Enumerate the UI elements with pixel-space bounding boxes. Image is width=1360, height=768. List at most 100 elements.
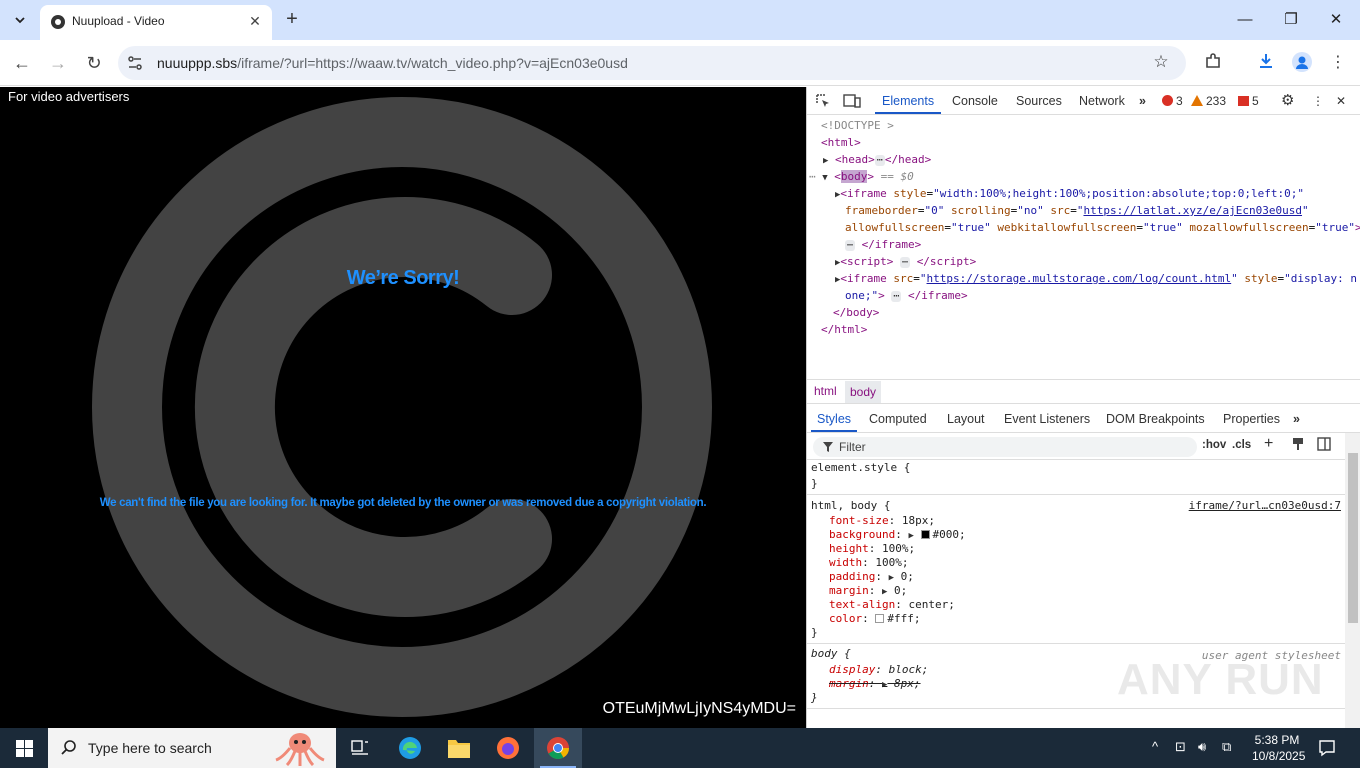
tab-styles[interactable]: Styles — [817, 412, 851, 426]
camera-icon[interactable]: ⊡ — [1175, 739, 1186, 755]
firefox-taskbar-button[interactable] — [484, 728, 532, 768]
tab-console[interactable]: Console — [952, 94, 998, 108]
expand-arrow-icon[interactable]: ▶ — [823, 156, 828, 166]
browser-toolbar: ← → ↻ nuuuppp.sbs/iframe/?url=https://wa… — [0, 40, 1360, 86]
color-swatch[interactable] — [920, 530, 930, 539]
rule1-prop-font-size[interactable]: font-size: 18px; — [829, 514, 935, 528]
system-clock[interactable]: 5:38 PM 10/8/2025 — [1252, 732, 1305, 764]
breadcrumb-body[interactable]: body — [845, 381, 882, 403]
tab-search-button[interactable] — [7, 7, 33, 33]
tab-properties[interactable]: Properties — [1223, 412, 1280, 426]
dom-body-close[interactable]: </body> — [833, 304, 879, 321]
error-count[interactable]: 3 — [1162, 94, 1183, 108]
expand-arrow-icon[interactable]: ▶ — [882, 587, 887, 597]
chrome-taskbar-button[interactable] — [534, 728, 582, 768]
site-info-icon[interactable] — [126, 54, 144, 72]
expand-arrow-icon[interactable]: ▶ — [882, 680, 887, 690]
tab-sources[interactable]: Sources — [1016, 94, 1062, 108]
settings-gear-icon[interactable]: ⚙ — [1281, 91, 1294, 109]
rule1-prop-margin[interactable]: margin: ▶ 0; — [829, 584, 907, 599]
tab-layout[interactable]: Layout — [947, 412, 985, 426]
file-explorer-taskbar-button[interactable] — [435, 728, 483, 768]
toggle-sidebar-icon[interactable] — [1317, 437, 1331, 454]
ellipsis-icon[interactable]: ⋯ — [845, 240, 856, 251]
reload-icon[interactable]: ↻ — [82, 51, 106, 75]
devtools-menu-icon[interactable]: ⋮ — [1312, 94, 1324, 108]
tab-computed[interactable]: Computed — [869, 412, 927, 426]
expand-arrow-icon[interactable]: ▶ — [908, 531, 913, 541]
back-arrow-icon[interactable]: ← — [10, 51, 34, 75]
advertisers-link[interactable]: For video advertisers — [8, 89, 129, 104]
new-tab-button[interactable]: + — [281, 8, 303, 30]
browser-tab[interactable]: Nuupload - Video ✕ — [40, 5, 272, 40]
device-toolbar-icon[interactable] — [843, 93, 861, 109]
rule2-prop-margin[interactable]: margin: ▶ 8px; — [829, 677, 921, 692]
rule1-selector[interactable]: html, body { — [811, 499, 890, 513]
tab-event-listeners[interactable]: Event Listeners — [1004, 412, 1090, 426]
kebab-menu-icon[interactable]: ⋮ — [1327, 52, 1349, 74]
collapse-arrow-icon[interactable]: ▼ — [822, 173, 827, 183]
bookmark-star-icon[interactable]: ☆ — [1150, 52, 1172, 74]
cls-toggle[interactable]: .cls — [1232, 439, 1251, 451]
download-icon[interactable] — [1255, 52, 1277, 74]
dom-doctype[interactable]: <!DOCTYPE > — [821, 117, 894, 134]
volume-icon[interactable]: 🔊︎ — [1198, 739, 1206, 755]
taskbar-search-box[interactable]: Type here to search — [48, 728, 336, 768]
scrollbar-thumb[interactable] — [1348, 453, 1358, 623]
expand-arrow-icon[interactable]: ▶ — [889, 573, 894, 583]
new-rule-plus-icon[interactable]: + — [1264, 435, 1273, 453]
dom-html-open[interactable]: <html> — [821, 134, 861, 151]
paint-brush-icon[interactable] — [1291, 437, 1305, 454]
rule1-prop-text-align[interactable]: text-align: center; — [829, 598, 955, 612]
iframe2-src-link[interactable]: https://storage.multstorage.com/log/coun… — [927, 272, 1232, 285]
profile-avatar-icon[interactable] — [1291, 52, 1313, 74]
taskbar: Type here to search ^ ⊡ 🔊︎ ⧉ 5:38 PM 10/… — [0, 728, 1360, 768]
tab-dom-breakpoints[interactable]: DOM Breakpoints — [1106, 412, 1205, 426]
maximize-icon[interactable]: ❐ — [1279, 8, 1303, 32]
rule1-prop-color[interactable]: color: #fff; — [829, 612, 921, 626]
rule2-selector[interactable]: body { — [811, 647, 851, 661]
rule1-prop-height[interactable]: height: 100%; — [829, 542, 915, 556]
close-tab-icon[interactable]: ✕ — [246, 12, 264, 30]
ellipsis-icon[interactable]: ⋯ — [874, 155, 885, 166]
tab-network[interactable]: Network — [1079, 94, 1125, 108]
rule1-prop-padding[interactable]: padding: ▶ 0; — [829, 570, 914, 585]
network-icon[interactable]: ⧉ — [1222, 739, 1231, 755]
inspect-element-icon[interactable] — [815, 93, 831, 109]
more-subtabs-icon[interactable]: » — [1293, 412, 1300, 426]
start-button[interactable] — [0, 728, 48, 768]
more-tabs-icon[interactable]: » — [1139, 94, 1146, 108]
rule1-prop-width[interactable]: width: 100%; — [829, 556, 909, 570]
hov-toggle[interactable]: :hov — [1202, 439, 1226, 451]
chevron-up-icon[interactable]: ^ — [1152, 739, 1158, 754]
element-style-selector[interactable]: element.style { — [811, 461, 910, 475]
rule2-prop-display[interactable]: display: block; — [829, 663, 928, 677]
breadcrumb-html[interactable]: html — [809, 384, 842, 398]
ellipsis-icon[interactable]: ⋯ — [891, 291, 902, 302]
warning-count[interactable]: 233 — [1191, 94, 1226, 108]
dom-iframe2-line2[interactable]: one;"> ⋯ </iframe> — [845, 287, 968, 304]
task-view-button[interactable] — [336, 728, 384, 768]
tab-elements[interactable]: Elements — [882, 94, 934, 108]
ellipsis-icon[interactable]: ⋯ — [900, 257, 911, 268]
minimize-icon[interactable]: — — [1233, 8, 1257, 32]
prop-name: font-size — [829, 514, 889, 527]
forward-arrow-icon[interactable]: → — [46, 51, 70, 75]
issue-count[interactable]: 5 — [1238, 94, 1259, 108]
address-bar[interactable]: nuuuppp.sbs/iframe/?url=https://waaw.tv/… — [118, 46, 1186, 80]
notification-icon[interactable] — [1318, 739, 1336, 757]
dom-iframe1-line2[interactable]: frameborder="0" scrolling="no" src="http… — [845, 202, 1309, 219]
dom-iframe1-line3[interactable]: allowfullscreen="true" webkitallowfullsc… — [845, 219, 1360, 236]
rule1-prop-background[interactable]: background: ▶ #000; — [829, 528, 966, 543]
iframe1-src-link[interactable]: https://latlat.xyz/e/ajEcn03e0usd — [1083, 204, 1302, 217]
close-window-icon[interactable]: ✕ — [1324, 8, 1348, 32]
extensions-icon[interactable] — [1202, 52, 1224, 74]
dom-html-close[interactable]: </html> — [821, 321, 867, 338]
rule1-source-link[interactable]: iframe/?url…cn03e0usd:7 — [1189, 499, 1341, 513]
dom-iframe1-close[interactable]: ⋯ </iframe> — [845, 236, 921, 253]
filter-input[interactable]: Filter — [813, 437, 1197, 457]
edge-taskbar-button[interactable] — [386, 728, 434, 768]
styles-scrollbar[interactable] — [1345, 433, 1360, 728]
color-swatch[interactable] — [875, 614, 885, 623]
close-devtools-icon[interactable]: ✕ — [1336, 94, 1346, 108]
